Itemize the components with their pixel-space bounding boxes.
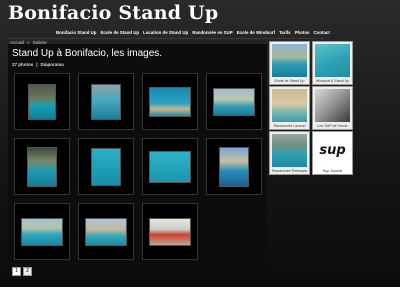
nav-item-hike[interactable]: Randonnée en SUP — [192, 30, 233, 35]
nav-item-contact[interactable]: Contact — [313, 30, 329, 35]
sidebar-card-journal[interactable]: sup Sup Journal — [312, 131, 353, 175]
sidebar-card-image — [272, 44, 307, 77]
nav-item-windsurf[interactable]: Ecole de Windsurf — [237, 30, 275, 35]
sup-journal-logo: sup — [315, 134, 350, 167]
page-1-button[interactable]: 1 — [12, 267, 21, 276]
nav-item-rental[interactable]: Location de Stand Up — [143, 30, 188, 35]
sidebar-card-windsurf[interactable]: Windsurf & Stand Up — [312, 41, 353, 85]
sidebar-card-image — [315, 89, 350, 122]
gallery-thumbnail[interactable] — [78, 73, 134, 130]
nav-item-home[interactable]: Bonifacio Stand Up — [56, 30, 97, 35]
photo-count: 27 photos — [12, 62, 34, 67]
nav-item-school[interactable]: Ecole de Stand Up — [101, 30, 140, 35]
sidebar-card-image — [315, 44, 350, 77]
gallery-thumbnail[interactable] — [78, 138, 134, 195]
sidebar-card-pertusato[interactable]: Randonnée Pertusato — [269, 131, 310, 175]
nav-item-tarifs[interactable]: Tarifs — [279, 30, 291, 35]
sidebar-card-boards[interactable]: Les SUP de l'école — [312, 86, 353, 130]
sidebar-card-caption: Les SUP de l'école — [317, 124, 348, 128]
gallery-thumbnail[interactable] — [142, 73, 198, 130]
sidebar-card-caption: Randonnée Lavezzi — [273, 124, 306, 128]
gallery-thumbnail[interactable] — [142, 203, 198, 260]
gallery-thumbnail[interactable] — [206, 138, 262, 195]
main-nav: Bonifacio Stand Up Ecole de Stand Up Loc… — [56, 28, 330, 37]
pagination: 1 2 — [12, 267, 32, 276]
sidebar-card-caption: Sup Journal — [322, 169, 343, 173]
gallery-thumbnail[interactable] — [14, 138, 70, 195]
gallery-thumbnail[interactable] — [142, 138, 198, 195]
nav-item-photos[interactable]: Photos — [295, 30, 310, 35]
photo-info-separator: | — [36, 62, 38, 67]
page-2-button[interactable]: 2 — [23, 267, 32, 276]
sidebar-card-caption: Randonnée Pertusato — [272, 169, 307, 173]
gallery-thumbnail[interactable] — [78, 203, 134, 260]
sidebar-card-image — [272, 89, 307, 122]
sidebar-card-school[interactable]: Ecole de Stand Up — [269, 41, 310, 85]
gallery-thumbnail[interactable] — [14, 73, 70, 130]
photo-info: 27 photos | Diaporama — [12, 62, 64, 67]
gallery-thumbnail[interactable] — [206, 73, 262, 130]
sidebar-card-lavezzi[interactable]: Randonnée Lavezzi — [269, 86, 310, 130]
sup-logo-text: sup — [319, 143, 346, 158]
site-title[interactable]: Bonifacio Stand Up — [8, 2, 218, 24]
sidebar-card-caption: Windsurf & Stand Up — [315, 79, 350, 83]
slideshow-link[interactable]: Diaporama — [41, 62, 64, 67]
nav-divider — [8, 38, 324, 39]
gallery-thumbnail[interactable] — [14, 203, 70, 260]
page-title: Stand Up à Bonifacio, les images. — [12, 48, 163, 59]
sidebar-card-image — [272, 134, 307, 167]
sidebar-card-caption: Ecole de Stand Up — [274, 79, 305, 83]
